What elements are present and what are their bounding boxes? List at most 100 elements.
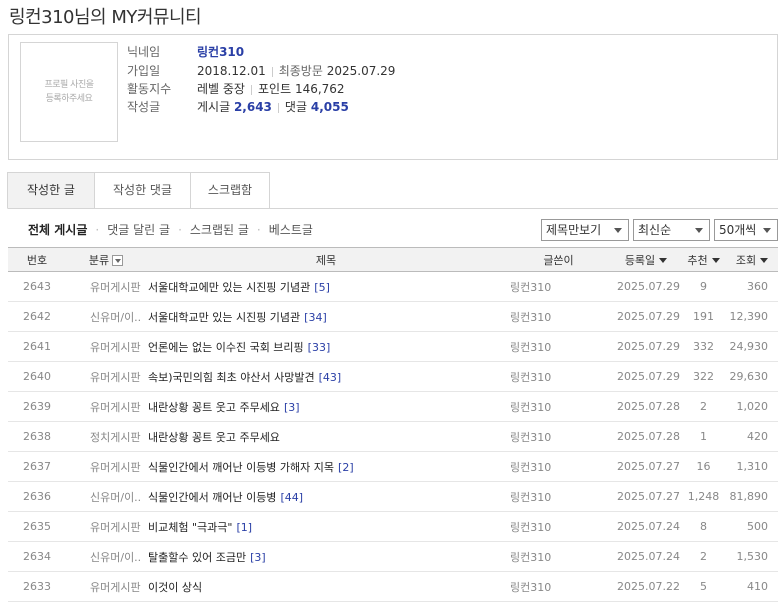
tab-written-posts[interactable]: 작성한 글 <box>7 172 95 209</box>
post-category[interactable]: 유머게시판 <box>66 391 146 422</box>
post-views: 29,630 <box>726 361 778 392</box>
post-author[interactable]: 링컨310 <box>506 361 611 392</box>
level-value: 레벨 중장 <box>197 82 245 96</box>
subnav-all-posts[interactable]: 전체 게시글 <box>28 223 87 237</box>
tab-scrap[interactable]: 스크랩함 <box>190 172 270 209</box>
post-author[interactable]: 링컨310 <box>506 571 611 602</box>
post-title-link[interactable]: 탈출할수 있어 조금만 <box>148 551 246 564</box>
col-header-title-label: 제목 <box>315 253 337 267</box>
view-mode-value: 제목만보기 <box>546 223 602 237</box>
comment-count-label: 댓글 <box>284 100 308 114</box>
post-number: 2641 <box>8 331 66 362</box>
post-category[interactable]: 정치게시판 <box>66 421 146 452</box>
post-author[interactable]: 링컨310 <box>506 331 611 362</box>
post-filter-nav: 전체 게시글 · 댓글 달린 글 · 스크랩된 글 · 베스트글 <box>28 221 313 239</box>
post-title-cell: 서울대학교에만 있는 시진핑 기념관 [5] <box>146 271 506 302</box>
post-title-link[interactable]: 식물인간에서 깨어난 이등병 <box>148 491 276 504</box>
post-title-cell: 서울대학교만 있는 시진핑 기념관 [34] <box>146 301 506 332</box>
profile-joined-row: 가입일 2018.12.01 최종방문 2025.07.29 <box>127 62 395 80</box>
sort-down-icon <box>711 258 720 263</box>
post-author[interactable]: 링컨310 <box>506 451 611 482</box>
subnav-commented-posts[interactable]: 댓글 달린 글 <box>107 223 170 237</box>
comment-count: [34] <box>304 310 327 324</box>
post-recommend: 322 <box>681 361 726 392</box>
post-category[interactable]: 신유머/이.. <box>66 481 146 512</box>
table-row[interactable]: 2643 유머게시판 서울대학교에만 있는 시진핑 기념관 [5] 링컨310 2025.… <box>8 271 778 302</box>
chevron-down-icon <box>763 228 771 233</box>
col-header-date[interactable]: 등록일 <box>611 247 681 272</box>
post-title-cell: 내란상황 꽁트 웃고 주무세요 [3] <box>146 391 506 422</box>
category-filter-dropdown-icon[interactable] <box>112 255 124 266</box>
post-date: 2025.07.29 <box>611 331 681 362</box>
post-recommend: 332 <box>681 331 726 362</box>
post-date: 2025.07.27 <box>611 451 681 482</box>
post-author[interactable]: 링컨310 <box>506 301 611 332</box>
comment-count: [1] <box>236 520 253 534</box>
post-title-link[interactable]: 내란상황 꽁트 웃고 주무세요 <box>148 401 280 414</box>
table-row[interactable]: 2634 신유머/이.. 탈출할수 있어 조금만 [3] 링컨310 2025.07.24… <box>8 541 778 572</box>
sort-select[interactable]: 최신순 <box>633 219 710 241</box>
post-author[interactable]: 링컨310 <box>506 481 611 512</box>
post-recommend: 16 <box>681 451 726 482</box>
table-row[interactable]: 2641 유머게시판 언론에는 없는 이수진 국회 브리핑 [33] 링컨310 2025… <box>8 331 778 362</box>
profile-photo-placeholder[interactable]: 프로필 사진을 등록하주세요 <box>20 42 118 142</box>
comment-count: [3] <box>283 400 300 414</box>
post-title-link[interactable]: 서울대학교에만 있는 시진핑 기념관 <box>148 281 310 294</box>
post-recommend: 191 <box>681 301 726 332</box>
comment-count: [2] <box>338 460 354 474</box>
table-row[interactable]: 2642 신유머/이.. 서울대학교만 있는 시진핑 기념관 [34] 링컨310 202… <box>8 301 778 332</box>
post-author[interactable]: 링컨310 <box>506 511 611 542</box>
post-views: 1,530 <box>726 541 778 572</box>
post-title-link[interactable]: 속보)국민의힘 최초 야산서 사망발견 <box>148 371 315 384</box>
post-count-label: 게시글 <box>197 100 231 114</box>
post-category[interactable]: 유머게시판 <box>66 451 146 482</box>
post-date: 2025.07.28 <box>611 391 681 422</box>
last-visit-label: 최종방문 <box>278 64 323 78</box>
post-author[interactable]: 링컨310 <box>506 421 611 452</box>
activity-label: 활동지수 <box>127 82 172 96</box>
post-author[interactable]: 링컨310 <box>506 391 611 422</box>
post-recommend: 2 <box>681 391 726 422</box>
post-title-cell: 식물인간에서 깨어난 이등병 가해자 지목 [2] <box>146 451 506 482</box>
table-row[interactable]: 2639 유머게시판 내란상황 꽁트 웃고 주무세요 [3] 링컨310 2025.07.… <box>8 391 778 422</box>
view-mode-select[interactable]: 제목만보기 <box>541 219 629 241</box>
post-category[interactable]: 유머게시판 <box>66 271 146 302</box>
post-title-link[interactable]: 비교체험 "극과극" <box>148 521 232 534</box>
table-row[interactable]: 2638 정치게시판 내란상황 꽁트 웃고 주무세요 링컨310 2025.07.28 1… <box>8 421 778 452</box>
post-recommend: 8 <box>681 511 726 542</box>
post-title-link[interactable]: 언론에는 없는 이수진 국회 브리핑 <box>148 341 304 354</box>
table-row[interactable]: 2640 유머게시판 속보)국민의힘 최초 야산서 사망발견 [43] 링컨310 202… <box>8 361 778 392</box>
divider <box>271 66 273 77</box>
post-category[interactable]: 유머게시판 <box>66 511 146 542</box>
post-views: 500 <box>726 511 778 542</box>
post-title-link[interactable]: 이것이 상식 <box>148 581 202 594</box>
profile-activity-row: 활동지수 레벨 중장 포인트 146,762 <box>127 80 345 98</box>
subnav-best-posts[interactable]: 베스트글 <box>269 223 313 237</box>
post-author[interactable]: 링컨310 <box>506 541 611 572</box>
profile-nickname-row: 닉네임 링컨310 <box>127 43 244 61</box>
col-header-category[interactable]: 분류 <box>66 247 146 272</box>
post-category[interactable]: 유머게시판 <box>66 361 146 392</box>
col-header-views[interactable]: 조회 <box>726 247 778 272</box>
post-number: 2637 <box>8 451 66 482</box>
post-views: 81,890 <box>726 481 778 512</box>
photo-placeholder-text-2: 등록하주세요 <box>45 94 93 104</box>
table-row[interactable]: 2636 신유머/이.. 식물인간에서 깨어난 이등병 [44] 링컨310 2025.0… <box>8 481 778 512</box>
table-row[interactable]: 2633 유머게시판 이것이 상식 링컨310 2025.07.22 5 410 <box>8 571 778 602</box>
post-title-link[interactable]: 식물인간에서 깨어난 이등병 가해자 지목 <box>148 461 334 474</box>
per-page-value: 50개씩 <box>719 223 757 237</box>
table-row[interactable]: 2637 유머게시판 식물인간에서 깨어난 이등병 가해자 지목 [2] 링컨310 20… <box>8 451 778 482</box>
post-title-link[interactable]: 내란상황 꽁트 웃고 주무세요 <box>148 431 280 444</box>
subnav-scrapped-posts[interactable]: 스크랩된 글 <box>190 223 249 237</box>
table-row[interactable]: 2635 유머게시판 비교체험 "극과극" [1] 링컨310 2025.07.24 8 50… <box>8 511 778 542</box>
tab-written-comments[interactable]: 작성한 댓글 <box>94 172 191 209</box>
post-number: 2634 <box>8 541 66 572</box>
post-category[interactable]: 유머게시판 <box>66 571 146 602</box>
post-category[interactable]: 신유머/이.. <box>66 301 146 332</box>
post-category[interactable]: 유머게시판 <box>66 331 146 362</box>
per-page-select[interactable]: 50개씩 <box>714 219 778 241</box>
post-author[interactable]: 링컨310 <box>506 271 611 302</box>
post-category[interactable]: 신유머/이.. <box>66 541 146 572</box>
post-title-link[interactable]: 서울대학교만 있는 시진핑 기념관 <box>148 311 300 324</box>
col-header-recommend[interactable]: 추천 <box>681 247 726 272</box>
